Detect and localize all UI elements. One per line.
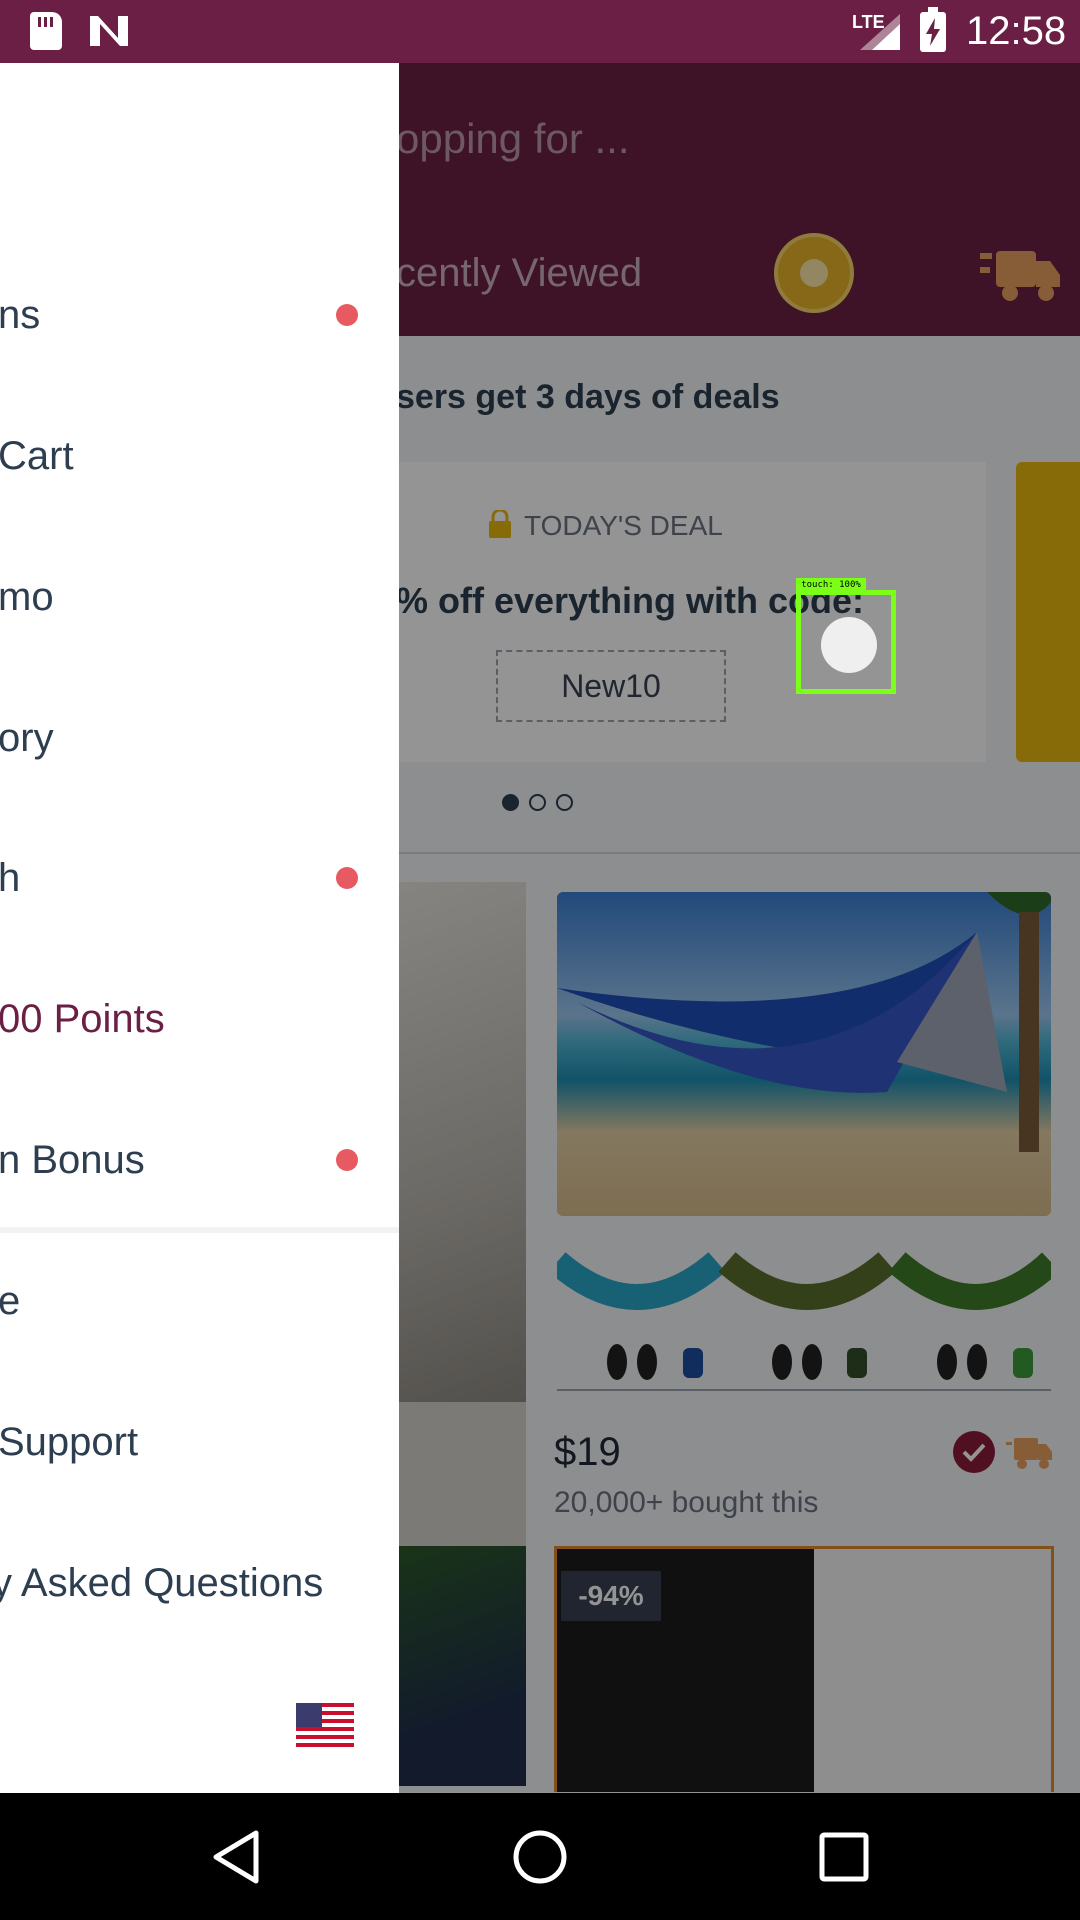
back-icon[interactable] [206,1827,266,1887]
drawer-item-cash[interactable]: h [0,808,399,948]
drawer-item-label: 00 Points [0,997,165,1041]
drawer-item-promo[interactable]: mo [0,527,399,667]
home-icon[interactable] [510,1827,570,1887]
drawer-item-label: mo [0,575,54,619]
touch-point [821,617,877,673]
recents-icon[interactable] [814,1827,874,1887]
navigation-drawer: ns Cart mo ory h 00 Points n Bonus e Sup… [0,63,399,1793]
system-navigation-bar [0,1793,1080,1920]
drawer-item-history[interactable]: ory [0,668,399,808]
drawer-item-label: Cart [0,434,74,478]
drawer-item-label: h [0,856,21,900]
drawer-item-points[interactable]: 00 Points [0,949,399,1089]
drawer-item-bonus[interactable]: n Bonus [0,1090,399,1230]
drawer-item-label: e [0,1279,21,1323]
notification-dot [336,867,358,889]
touch-indicator [796,590,896,694]
drawer-item-settings[interactable]: e [0,1231,399,1371]
n-notification-icon [90,16,128,46]
drawer-item-label: Support [0,1420,139,1464]
drawer-item-support[interactable]: Support [0,1372,399,1512]
battery-charging-icon [920,7,946,52]
drawer-item-label: n Bonus [0,1138,145,1182]
drawer-item-label: y Asked Questions [0,1561,324,1605]
clock: 12:58 [966,9,1067,53]
drawer-item-label: ns [0,293,41,337]
signal-icon [860,14,900,50]
us-flag-icon[interactable] [296,1703,354,1747]
sd-card-icon [30,12,62,50]
notification-dot [336,1149,358,1171]
drawer-item-label: ory [0,716,54,760]
status-bar: LTE 12:58 [0,0,1080,63]
notification-dot [336,304,358,326]
drawer-item-notifications[interactable]: ns [0,245,399,385]
drawer-item-faq[interactable]: y Asked Questions [0,1513,399,1653]
drawer-item-cart[interactable]: Cart [0,386,399,526]
